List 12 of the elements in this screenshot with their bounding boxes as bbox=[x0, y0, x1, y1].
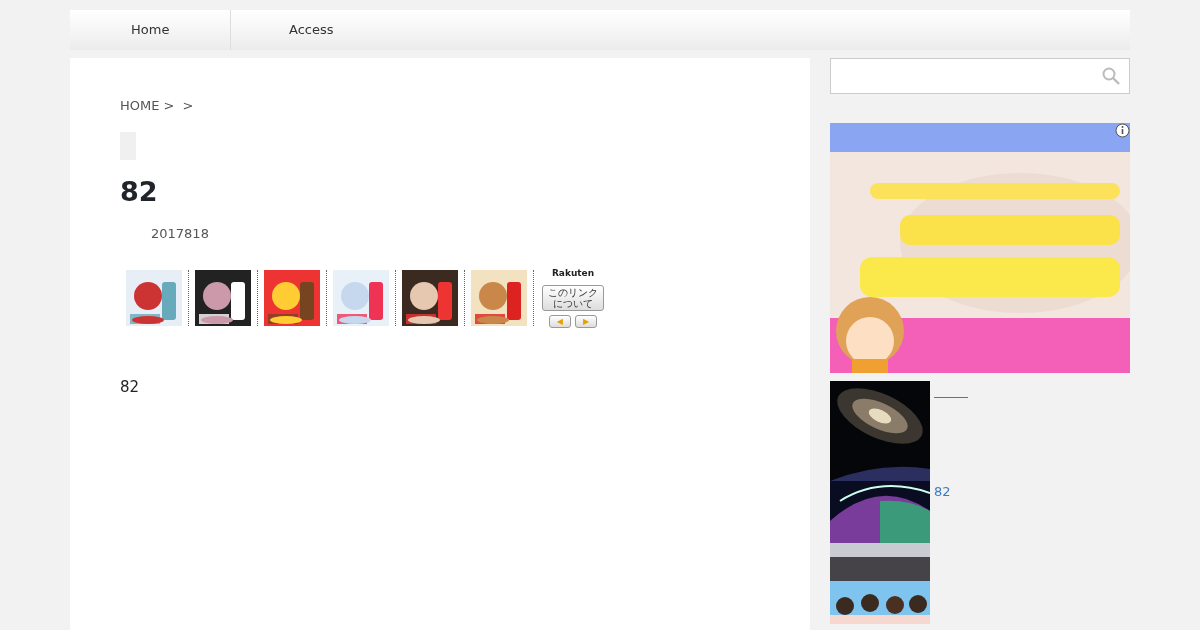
search-field[interactable] bbox=[830, 58, 1130, 94]
nav-link[interactable]: Access bbox=[289, 10, 334, 50]
about-link-button[interactable]: このリンクについて bbox=[542, 284, 604, 311]
breadcrumb-link[interactable]: HOME > bbox=[120, 96, 175, 116]
post-date: 2017818 bbox=[150, 224, 210, 243]
nav-link[interactable]: Home bbox=[131, 10, 170, 50]
post-link[interactable]: 82 bbox=[934, 482, 968, 502]
rakuten-logo: Rakuten bbox=[551, 267, 595, 281]
breadcrumb-separator: > bbox=[182, 97, 194, 115]
post-body: 82 bbox=[120, 376, 141, 398]
info-icon[interactable] bbox=[1115, 123, 1130, 138]
post-title: 82 bbox=[120, 175, 159, 208]
